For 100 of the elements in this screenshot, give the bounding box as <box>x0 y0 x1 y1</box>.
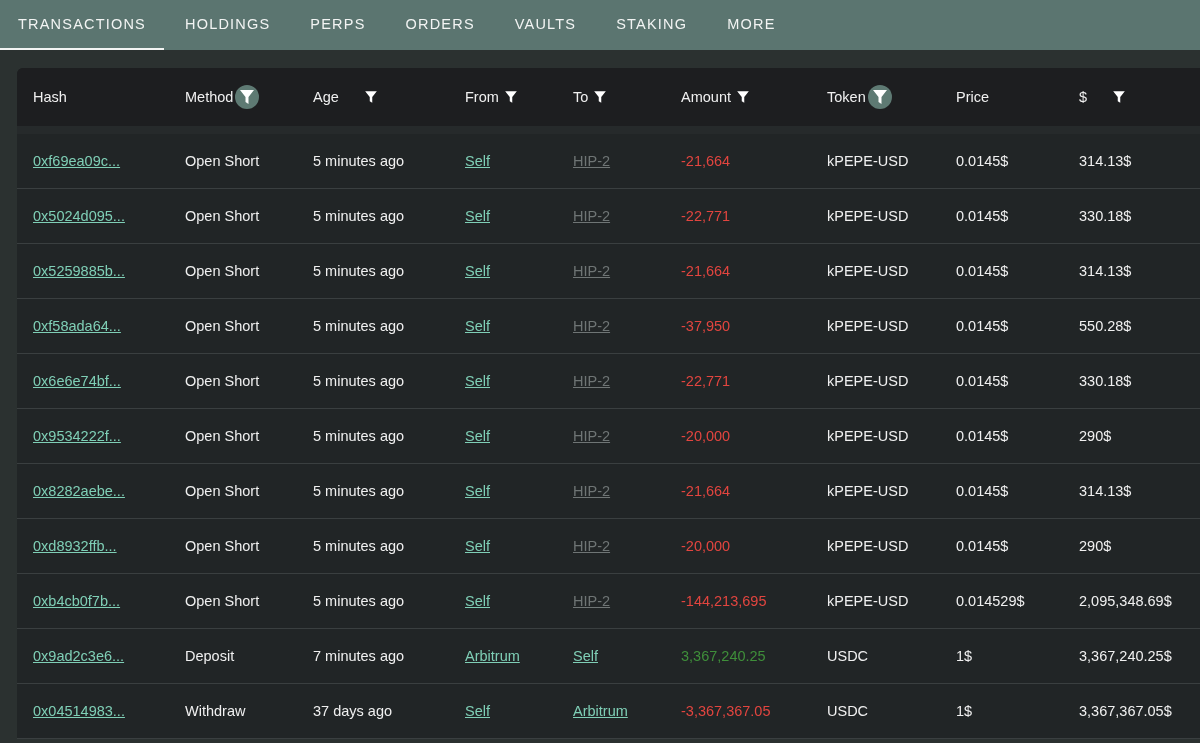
table-cell: kPEPE-USD <box>827 593 909 609</box>
amount-cell: -37,950 <box>681 318 731 334</box>
filter-icon[interactable] <box>867 85 892 109</box>
table-cell: 314.13$ <box>1079 263 1132 279</box>
table-cell: 330.18$ <box>1079 373 1132 389</box>
address-link[interactable]: Self <box>465 593 490 609</box>
table-cell: USDC <box>827 648 869 664</box>
table-cell: 5 minutes ago <box>313 263 405 279</box>
address-link[interactable]: Self <box>465 318 490 334</box>
hash-link[interactable]: 0x5024d095... <box>33 208 125 224</box>
table-cell: 0.014529$ <box>956 593 1025 609</box>
table-cell: 330.18$ <box>1079 208 1132 224</box>
address-link[interactable]: Arbitrum <box>465 648 520 664</box>
column-header: From <box>465 89 499 105</box>
hash-link[interactable]: 0xb4cb0f7b... <box>33 593 121 609</box>
table-cell: USDC <box>827 703 869 719</box>
hash-link[interactable]: 0xd8932ffb... <box>33 538 117 554</box>
table-cell: 0.0145$ <box>956 483 1009 499</box>
table-cell: Open Short <box>185 538 260 554</box>
amount-cell: -20,000 <box>681 538 731 554</box>
amount-cell: -20,000 <box>681 428 731 444</box>
table-cell: Withdraw <box>185 703 246 719</box>
table-cell: 5 minutes ago <box>313 483 405 499</box>
table-cell: 2,095,348.69$ <box>1079 593 1172 609</box>
hash-link[interactable]: 0x9ad2c3e6... <box>33 648 125 664</box>
table-cell: 3,367,240.25$ <box>1079 648 1172 664</box>
table-cell: kPEPE-USD <box>827 263 909 279</box>
hash-link[interactable]: 0x9534222f... <box>33 428 121 444</box>
tab[interactable]: STAKING <box>597 0 707 50</box>
table-cell: 290$ <box>1079 538 1112 554</box>
amount-cell: -3,367,367.05 <box>681 703 771 719</box>
table-cell: 5 minutes ago <box>313 153 405 169</box>
table-cell: 0.0145$ <box>956 428 1009 444</box>
address-link[interactable]: Self <box>573 648 598 664</box>
tab[interactable]: VAULTS <box>495 0 596 50</box>
tab[interactable]: TRANSACTIONS <box>0 0 164 50</box>
table-cell: 314.13$ <box>1079 153 1132 169</box>
column-header: Method <box>185 89 234 105</box>
table-cell: kPEPE-USD <box>827 483 909 499</box>
table-cell: 5 minutes ago <box>313 428 405 444</box>
table-cell: Open Short <box>185 263 260 279</box>
address-link[interactable]: Self <box>465 538 490 554</box>
column-header: Hash <box>33 89 67 105</box>
address-link[interactable]: Self <box>465 373 490 389</box>
table-cell: 5 minutes ago <box>313 318 405 334</box>
hash-link[interactable]: 0x6e6e74bf... <box>33 373 121 389</box>
amount-cell: -22,771 <box>681 373 731 389</box>
hash-link[interactable]: 0xf69ea09c... <box>33 153 121 169</box>
table-cell: 290$ <box>1079 428 1112 444</box>
tab[interactable]: ORDERS <box>386 0 494 50</box>
address-link[interactable]: Self <box>465 153 490 169</box>
table-cell: 5 minutes ago <box>313 538 405 554</box>
hash-link[interactable]: 0xf58ada64... <box>33 318 121 334</box>
table-cell: 0.0145$ <box>956 263 1009 279</box>
column-header: Amount <box>681 89 731 105</box>
amount-cell: -22,771 <box>681 208 731 224</box>
amount-cell: 3,367,240.25 <box>681 648 766 664</box>
table-cell: 314.13$ <box>1079 483 1132 499</box>
table-cell: 0.0145$ <box>956 153 1009 169</box>
table-cell: Open Short <box>185 318 260 334</box>
table-cell: kPEPE-USD <box>827 373 909 389</box>
table-cell: kPEPE-USD <box>827 318 909 334</box>
tab[interactable]: PERPS <box>291 0 385 50</box>
table-cell: Open Short <box>185 593 260 609</box>
table-cell: 5 minutes ago <box>313 373 405 389</box>
column-header: Token <box>827 89 866 105</box>
address-link[interactable]: Self <box>465 428 490 444</box>
hash-link[interactable]: 0x04514983... <box>33 703 125 719</box>
tab[interactable]: MORE <box>708 0 795 50</box>
column-header: Age <box>313 89 339 105</box>
address-link[interactable]: Self <box>465 208 490 224</box>
hash-link[interactable]: 0x8282aebe... <box>33 483 125 499</box>
table-cell: 0.0145$ <box>956 318 1009 334</box>
table-cell: 1$ <box>956 703 973 719</box>
table-cell: Open Short <box>185 153 260 169</box>
tab[interactable]: HOLDINGS <box>166 0 290 50</box>
address-link[interactable]: Self <box>465 703 490 719</box>
table-cell: 0.0145$ <box>956 538 1009 554</box>
table-cell: kPEPE-USD <box>827 428 909 444</box>
table-cell: Open Short <box>185 208 260 224</box>
table-cell: kPEPE-USD <box>827 153 909 169</box>
hash-link[interactable]: 0x5259885b... <box>33 263 125 279</box>
column-header: Price <box>956 89 990 105</box>
address-link[interactable]: Arbitrum <box>573 703 628 719</box>
table-cell: 37 days ago <box>313 703 392 719</box>
table-cell: Open Short <box>185 373 260 389</box>
column-header: To <box>573 89 589 105</box>
address-link[interactable]: Self <box>465 483 490 499</box>
table-cell: 5 minutes ago <box>313 208 405 224</box>
filter-icon[interactable] <box>235 85 260 109</box>
amount-cell: -21,664 <box>681 483 731 499</box>
amount-cell: -21,664 <box>681 263 731 279</box>
table-cell: 3,367,367.05$ <box>1079 703 1172 719</box>
table-cell: 0.0145$ <box>956 373 1009 389</box>
address-link[interactable]: Self <box>465 263 490 279</box>
table-cell: Open Short <box>185 483 260 499</box>
column-header: $ <box>1079 89 1088 105</box>
table-cell: kPEPE-USD <box>827 538 909 554</box>
table-cell: 550.28$ <box>1079 318 1132 334</box>
table-cell: Open Short <box>185 428 260 444</box>
